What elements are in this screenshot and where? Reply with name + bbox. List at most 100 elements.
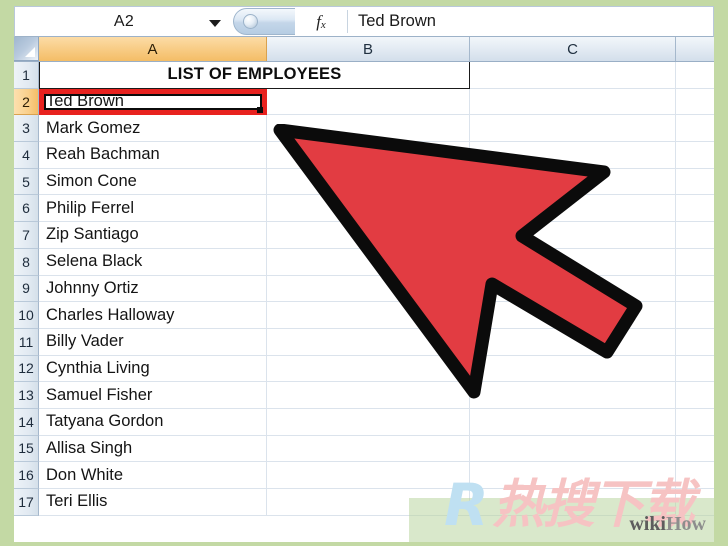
cell-D7[interactable] <box>676 222 714 249</box>
cell-D3[interactable] <box>676 115 714 143</box>
cell-C13[interactable] <box>470 382 676 409</box>
cell-C3[interactable] <box>470 115 676 143</box>
cell-C5[interactable] <box>470 168 676 196</box>
cell-C14[interactable] <box>470 408 676 436</box>
table-row[interactable]: 16 Don White <box>14 462 714 489</box>
cell-B12[interactable] <box>267 355 470 383</box>
cell-A11[interactable]: Billy Vader <box>39 328 267 356</box>
cell-A12[interactable]: Cynthia Living <box>39 355 267 383</box>
row-header-13[interactable]: 13 <box>14 382 39 409</box>
cell-B14[interactable] <box>267 408 470 436</box>
column-header-a[interactable]: A <box>39 37 267 61</box>
insert-function-button[interactable]: fx <box>295 7 347 36</box>
cell-C4[interactable] <box>470 142 676 169</box>
cell-D15[interactable] <box>676 436 714 463</box>
table-row[interactable]: 13 Samuel Fisher <box>14 382 714 409</box>
cell-A6[interactable]: Philip Ferrel <box>39 195 267 223</box>
cell-B9[interactable] <box>267 275 470 303</box>
cell-B11[interactable] <box>267 328 470 356</box>
row-header-5[interactable]: 5 <box>14 168 39 196</box>
cell-C11[interactable] <box>470 328 676 356</box>
cell-D11[interactable] <box>676 329 714 356</box>
cell-D16[interactable] <box>676 462 714 489</box>
formula-input[interactable]: Ted Brown <box>348 7 713 36</box>
fill-handle[interactable] <box>257 107 263 113</box>
cell-D10[interactable] <box>676 302 714 329</box>
cell-A10[interactable]: Charles Halloway <box>39 302 267 329</box>
table-row[interactable]: 11 Billy Vader <box>14 328 714 356</box>
column-header-b[interactable]: B <box>267 37 470 61</box>
cell-B3[interactable] <box>267 115 470 143</box>
cell-C10[interactable] <box>470 302 676 329</box>
table-row[interactable]: 5 Simon Cone <box>14 168 714 196</box>
row-header-8[interactable]: 8 <box>14 248 39 276</box>
column-header-c[interactable]: C <box>470 37 676 61</box>
cell-B8[interactable] <box>267 248 470 276</box>
row-header-3[interactable]: 3 <box>14 115 39 143</box>
cell-B15[interactable] <box>267 435 470 463</box>
cell-D17[interactable] <box>676 489 714 516</box>
cell-C9[interactable] <box>470 275 676 303</box>
cell-B5[interactable] <box>267 168 470 196</box>
cell-B6[interactable] <box>267 195 470 223</box>
cell-A15[interactable]: Allisa Singh <box>39 435 267 463</box>
row-header-15[interactable]: 15 <box>14 435 39 463</box>
row-header-1[interactable]: 1 <box>14 62 39 89</box>
cell-A3[interactable]: Mark Gomez <box>39 115 267 143</box>
cell-D9[interactable] <box>676 276 714 303</box>
cell-C6[interactable] <box>470 195 676 223</box>
merged-title-cell[interactable]: LIST OF EMPLOYEES <box>39 62 470 89</box>
cell-B2[interactable] <box>267 88 470 116</box>
select-all-corner-icon[interactable] <box>14 37 39 61</box>
cell-B7[interactable] <box>267 222 470 249</box>
table-row[interactable]: 3 Mark Gomez <box>14 115 714 143</box>
cell-A17[interactable]: Teri Ellis <box>39 489 267 516</box>
cell-A4[interactable]: Reah Bachman <box>39 142 267 169</box>
row-header-10[interactable]: 10 <box>14 302 39 329</box>
table-row[interactable]: 12 Cynthia Living <box>14 355 714 383</box>
table-row[interactable]: 17 Teri Ellis <box>14 489 714 516</box>
cell-C17[interactable] <box>470 489 676 516</box>
table-row[interactable]: 8 Selena Black <box>14 248 714 276</box>
row-header-17[interactable]: 17 <box>14 489 39 516</box>
cell-D6[interactable] <box>676 195 714 223</box>
row-header-9[interactable]: 9 <box>14 275 39 303</box>
cell-C2[interactable] <box>470 88 676 116</box>
cell-D1[interactable] <box>676 62 714 89</box>
cell-D12[interactable] <box>676 356 714 383</box>
spreadsheet-grid[interactable]: A B C 1 LIST OF EMPLOYEES 2 Ted Brown 3 Mark … <box>14 37 714 542</box>
cell-C1[interactable] <box>470 62 676 89</box>
cell-A14[interactable]: Tatyana Gordon <box>39 408 267 436</box>
row-header-6[interactable]: 6 <box>14 195 39 223</box>
table-row[interactable]: 7 Zip Santiago <box>14 222 714 249</box>
cell-B13[interactable] <box>267 382 470 409</box>
cell-A5[interactable]: Simon Cone <box>39 168 267 196</box>
cell-A16[interactable]: Don White <box>39 462 267 489</box>
cell-B10[interactable] <box>267 302 470 329</box>
cell-C8[interactable] <box>470 248 676 276</box>
cell-C12[interactable] <box>470 355 676 383</box>
formula-bar-expand-button[interactable] <box>233 8 295 35</box>
table-row[interactable]: 9 Johnny Ortiz <box>14 275 714 303</box>
row-header-7[interactable]: 7 <box>14 222 39 249</box>
table-row[interactable]: 14 Tatyana Gordon <box>14 408 714 436</box>
table-row[interactable]: 15 Allisa Singh <box>14 435 714 463</box>
table-row[interactable]: 4 Reah Bachman <box>14 142 714 169</box>
table-row[interactable]: 10 Charles Halloway <box>14 302 714 329</box>
table-row[interactable]: 1 LIST OF EMPLOYEES <box>14 62 714 89</box>
cell-C15[interactable] <box>470 435 676 463</box>
row-header-4[interactable]: 4 <box>14 142 39 169</box>
cell-A7[interactable]: Zip Santiago <box>39 222 267 249</box>
row-header-16[interactable]: 16 <box>14 462 39 489</box>
cell-A2[interactable]: Ted Brown <box>39 88 267 116</box>
cell-D8[interactable] <box>676 249 714 276</box>
row-header-11[interactable]: 11 <box>14 328 39 356</box>
cell-D5[interactable] <box>676 169 714 196</box>
cell-A9[interactable]: Johnny Ortiz <box>39 275 267 303</box>
row-header-14[interactable]: 14 <box>14 408 39 436</box>
row-header-12[interactable]: 12 <box>14 355 39 383</box>
row-header-2[interactable]: 2 <box>14 88 39 116</box>
table-row[interactable]: 6 Philip Ferrel <box>14 195 714 223</box>
cell-A13[interactable]: Samuel Fisher <box>39 382 267 409</box>
cell-D4[interactable] <box>676 142 714 169</box>
